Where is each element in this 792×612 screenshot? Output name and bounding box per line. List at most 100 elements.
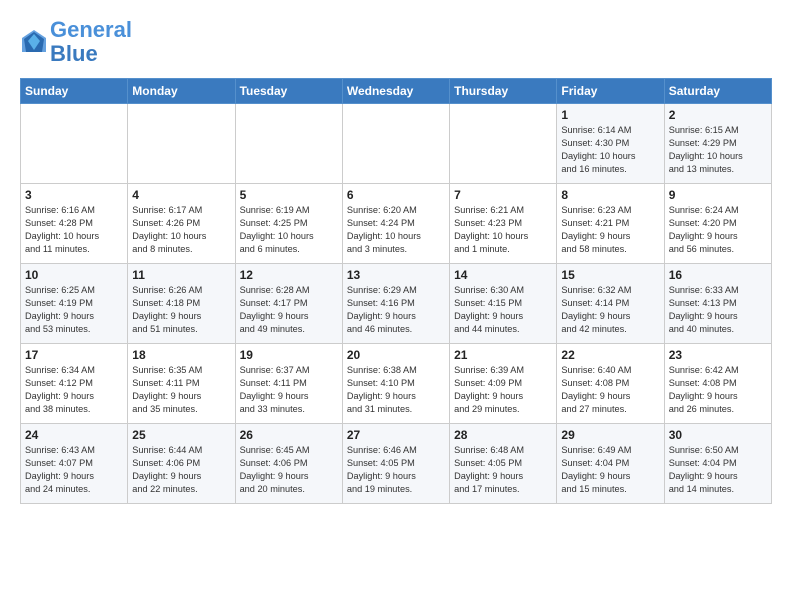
day-info: Sunrise: 6:17 AM Sunset: 4:26 PM Dayligh… [132, 204, 230, 256]
day-cell: 21 Sunrise: 6:39 AM Sunset: 4:09 PM Dayli… [450, 344, 557, 424]
day-number: 6 [347, 188, 445, 202]
day-info: Sunrise: 6:48 AM Sunset: 4:05 PM Dayligh… [454, 444, 552, 496]
day-info: Sunrise: 6:46 AM Sunset: 4:05 PM Dayligh… [347, 444, 445, 496]
day-info: Sunrise: 6:42 AM Sunset: 4:08 PM Dayligh… [669, 364, 767, 416]
day-info: Sunrise: 6:37 AM Sunset: 4:11 PM Dayligh… [240, 364, 338, 416]
day-number: 27 [347, 428, 445, 442]
day-cell [342, 104, 449, 184]
day-cell: 4 Sunrise: 6:17 AM Sunset: 4:26 PM Daylig… [128, 184, 235, 264]
weekday-header-thursday: Thursday [450, 79, 557, 104]
day-info: Sunrise: 6:38 AM Sunset: 4:10 PM Dayligh… [347, 364, 445, 416]
day-info: Sunrise: 6:23 AM Sunset: 4:21 PM Dayligh… [561, 204, 659, 256]
day-cell: 7 Sunrise: 6:21 AM Sunset: 4:23 PM Daylig… [450, 184, 557, 264]
logo: General Blue [20, 18, 132, 66]
day-info: Sunrise: 6:28 AM Sunset: 4:17 PM Dayligh… [240, 284, 338, 336]
day-info: Sunrise: 6:24 AM Sunset: 4:20 PM Dayligh… [669, 204, 767, 256]
day-info: Sunrise: 6:45 AM Sunset: 4:06 PM Dayligh… [240, 444, 338, 496]
day-info: Sunrise: 6:21 AM Sunset: 4:23 PM Dayligh… [454, 204, 552, 256]
day-number: 19 [240, 348, 338, 362]
day-number: 21 [454, 348, 552, 362]
weekday-header-monday: Monday [128, 79, 235, 104]
day-number: 25 [132, 428, 230, 442]
day-number: 28 [454, 428, 552, 442]
weekday-header-tuesday: Tuesday [235, 79, 342, 104]
day-cell [450, 104, 557, 184]
weekday-header-friday: Friday [557, 79, 664, 104]
day-cell: 16 Sunrise: 6:33 AM Sunset: 4:13 PM Dayli… [664, 264, 771, 344]
weekday-header-wednesday: Wednesday [342, 79, 449, 104]
calendar-table: SundayMondayTuesdayWednesdayThursdayFrid… [20, 78, 772, 504]
day-info: Sunrise: 6:34 AM Sunset: 4:12 PM Dayligh… [25, 364, 123, 416]
day-info: Sunrise: 6:49 AM Sunset: 4:04 PM Dayligh… [561, 444, 659, 496]
day-cell: 15 Sunrise: 6:32 AM Sunset: 4:14 PM Dayli… [557, 264, 664, 344]
day-cell: 28 Sunrise: 6:48 AM Sunset: 4:05 PM Dayli… [450, 424, 557, 504]
day-cell: 2 Sunrise: 6:15 AM Sunset: 4:29 PM Daylig… [664, 104, 771, 184]
day-number: 23 [669, 348, 767, 362]
day-number: 7 [454, 188, 552, 202]
week-row-1: 1 Sunrise: 6:14 AM Sunset: 4:30 PM Daylig… [21, 104, 772, 184]
day-number: 29 [561, 428, 659, 442]
day-cell: 29 Sunrise: 6:49 AM Sunset: 4:04 PM Dayli… [557, 424, 664, 504]
day-info: Sunrise: 6:40 AM Sunset: 4:08 PM Dayligh… [561, 364, 659, 416]
day-number: 20 [347, 348, 445, 362]
day-cell: 11Sunrise: 6:26 AM Sunset: 4:18 PM Dayli… [128, 264, 235, 344]
day-info: Sunrise: 6:32 AM Sunset: 4:14 PM Dayligh… [561, 284, 659, 336]
day-cell: 10 Sunrise: 6:25 AM Sunset: 4:19 PM Dayli… [21, 264, 128, 344]
day-cell: 1 Sunrise: 6:14 AM Sunset: 4:30 PM Daylig… [557, 104, 664, 184]
day-info: Sunrise: 6:19 AM Sunset: 4:25 PM Dayligh… [240, 204, 338, 256]
day-cell: 26 Sunrise: 6:45 AM Sunset: 4:06 PM Dayli… [235, 424, 342, 504]
day-number: 12 [240, 268, 338, 282]
day-number: 15 [561, 268, 659, 282]
day-info: Sunrise: 6:43 AM Sunset: 4:07 PM Dayligh… [25, 444, 123, 496]
day-number: 9 [669, 188, 767, 202]
day-info: Sunrise: 6:25 AM Sunset: 4:19 PM Dayligh… [25, 284, 123, 336]
day-cell [235, 104, 342, 184]
day-number: 10 [25, 268, 123, 282]
day-number: 11 [132, 268, 230, 282]
logo-icon [20, 28, 48, 56]
day-cell: 17Sunrise: 6:34 AM Sunset: 4:12 PM Dayli… [21, 344, 128, 424]
day-info: Sunrise: 6:16 AM Sunset: 4:28 PM Dayligh… [25, 204, 123, 256]
day-cell: 13Sunrise: 6:29 AM Sunset: 4:16 PM Dayli… [342, 264, 449, 344]
weekday-header-saturday: Saturday [664, 79, 771, 104]
day-info: Sunrise: 6:39 AM Sunset: 4:09 PM Dayligh… [454, 364, 552, 416]
day-info: Sunrise: 6:15 AM Sunset: 4:29 PM Dayligh… [669, 124, 767, 176]
day-cell: 5 Sunrise: 6:19 AM Sunset: 4:25 PM Daylig… [235, 184, 342, 264]
day-info: Sunrise: 6:35 AM Sunset: 4:11 PM Dayligh… [132, 364, 230, 416]
page: General Blue SundayMondayTuesdayWednesda… [0, 0, 792, 514]
day-cell: 23 Sunrise: 6:42 AM Sunset: 4:08 PM Dayli… [664, 344, 771, 424]
day-info: Sunrise: 6:20 AM Sunset: 4:24 PM Dayligh… [347, 204, 445, 256]
day-number: 1 [561, 108, 659, 122]
day-info: Sunrise: 6:14 AM Sunset: 4:30 PM Dayligh… [561, 124, 659, 176]
day-info: Sunrise: 6:44 AM Sunset: 4:06 PM Dayligh… [132, 444, 230, 496]
day-cell: 30Sunrise: 6:50 AM Sunset: 4:04 PM Dayli… [664, 424, 771, 504]
day-cell: 9 Sunrise: 6:24 AM Sunset: 4:20 PM Daylig… [664, 184, 771, 264]
weekday-header-sunday: Sunday [21, 79, 128, 104]
day-cell: 22 Sunrise: 6:40 AM Sunset: 4:08 PM Dayli… [557, 344, 664, 424]
day-cell: 14Sunrise: 6:30 AM Sunset: 4:15 PM Dayli… [450, 264, 557, 344]
day-cell: 24Sunrise: 6:43 AM Sunset: 4:07 PM Dayli… [21, 424, 128, 504]
week-row-4: 17Sunrise: 6:34 AM Sunset: 4:12 PM Dayli… [21, 344, 772, 424]
day-number: 4 [132, 188, 230, 202]
day-number: 22 [561, 348, 659, 362]
day-number: 16 [669, 268, 767, 282]
logo-text: General Blue [50, 18, 132, 66]
day-cell: 27 Sunrise: 6:46 AM Sunset: 4:05 PM Dayli… [342, 424, 449, 504]
day-cell: 25 Sunrise: 6:44 AM Sunset: 4:06 PM Dayli… [128, 424, 235, 504]
day-number: 26 [240, 428, 338, 442]
weekday-header-row: SundayMondayTuesdayWednesdayThursdayFrid… [21, 79, 772, 104]
day-number: 2 [669, 108, 767, 122]
day-number: 3 [25, 188, 123, 202]
day-number: 13 [347, 268, 445, 282]
day-number: 5 [240, 188, 338, 202]
week-row-2: 3 Sunrise: 6:16 AM Sunset: 4:28 PM Daylig… [21, 184, 772, 264]
day-number: 18 [132, 348, 230, 362]
day-cell: 20 Sunrise: 6:38 AM Sunset: 4:10 PM Dayli… [342, 344, 449, 424]
week-row-5: 24Sunrise: 6:43 AM Sunset: 4:07 PM Dayli… [21, 424, 772, 504]
week-row-3: 10 Sunrise: 6:25 AM Sunset: 4:19 PM Dayli… [21, 264, 772, 344]
day-cell: 18 Sunrise: 6:35 AM Sunset: 4:11 PM Dayli… [128, 344, 235, 424]
day-number: 14 [454, 268, 552, 282]
day-cell [128, 104, 235, 184]
day-info: Sunrise: 6:33 AM Sunset: 4:13 PM Dayligh… [669, 284, 767, 336]
day-info: Sunrise: 6:50 AM Sunset: 4:04 PM Dayligh… [669, 444, 767, 496]
